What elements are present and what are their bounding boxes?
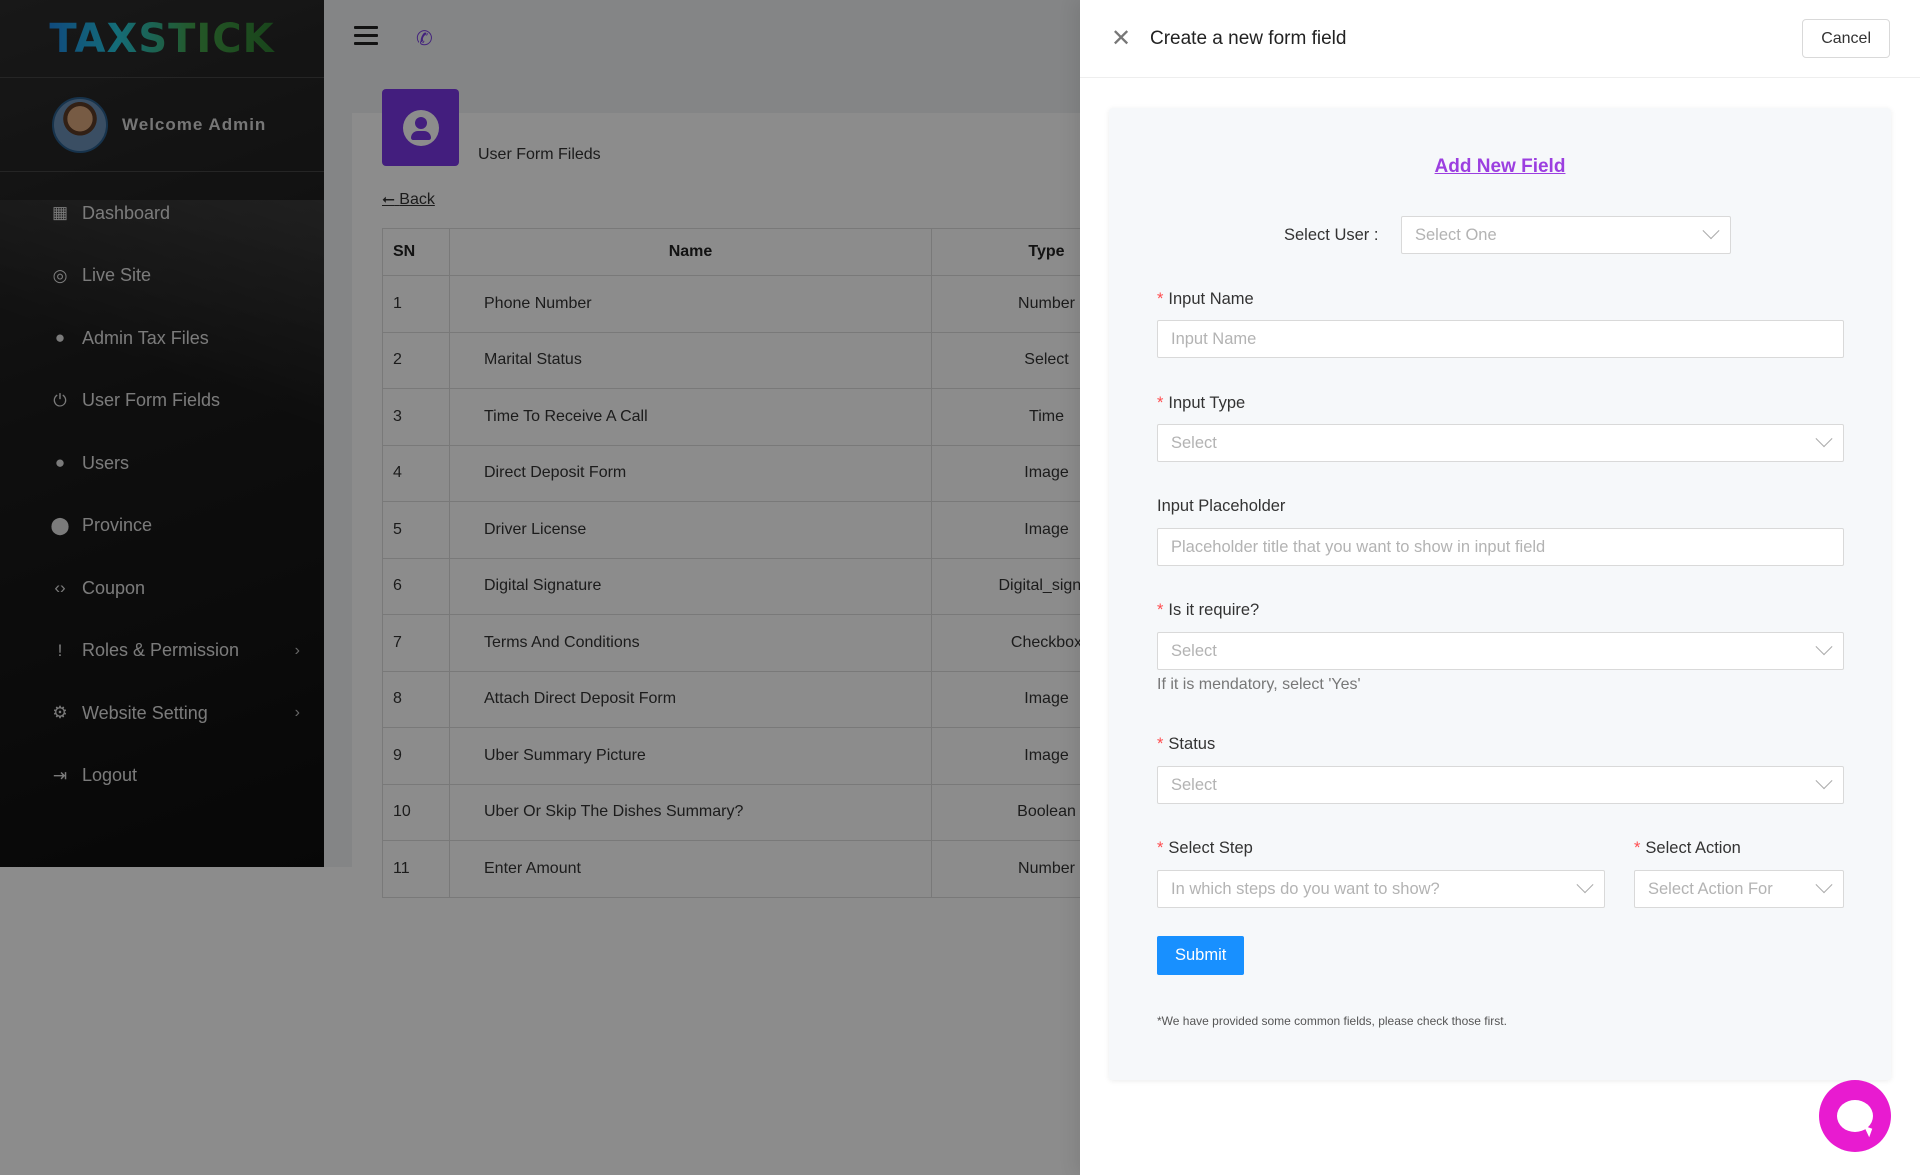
input-type-select[interactable]: Select xyxy=(1157,424,1844,462)
chevron-down-icon xyxy=(1815,638,1833,656)
chevron-down-icon xyxy=(1815,772,1833,790)
input-type-value: Select xyxy=(1171,433,1217,452)
chevron-down-icon xyxy=(1702,222,1720,240)
select-action-value: Select Action For xyxy=(1648,879,1773,898)
chevron-down-icon xyxy=(1576,876,1594,894)
common-fields-note: *We have provided some common fields, pl… xyxy=(1157,1014,1507,1028)
chat-icon xyxy=(1837,1100,1873,1132)
cancel-button[interactable]: Cancel xyxy=(1802,19,1890,58)
is-required-select[interactable]: Select xyxy=(1157,632,1844,670)
input-name-field[interactable] xyxy=(1157,320,1844,358)
is-required-hint: If it is mendatory, select 'Yes' xyxy=(1157,676,1361,693)
chevron-down-icon xyxy=(1815,430,1833,448)
select-step-dropdown[interactable]: In which steps do you want to show? xyxy=(1157,870,1605,908)
chat-widget-button[interactable] xyxy=(1819,1080,1891,1152)
input-placeholder-input[interactable] xyxy=(1171,529,1830,565)
select-action-label: * Select Action xyxy=(1634,839,1741,857)
chevron-down-icon xyxy=(1815,876,1833,894)
select-step-label: * Select Step xyxy=(1157,839,1253,857)
input-type-label: * Input Type xyxy=(1157,394,1246,412)
input-name-input[interactable] xyxy=(1171,321,1830,357)
modal-mask[interactable] xyxy=(0,0,1080,1175)
create-field-drawer: ✕ Create a new form field Cancel Add New… xyxy=(1080,0,1920,1175)
is-required-label: * Is it require? xyxy=(1157,601,1260,619)
select-action-dropdown[interactable]: Select Action For xyxy=(1634,870,1844,908)
drawer-header: ✕ Create a new form field Cancel xyxy=(1080,0,1920,78)
submit-button[interactable]: Submit xyxy=(1157,936,1245,975)
status-select[interactable]: Select xyxy=(1157,766,1844,804)
close-icon[interactable]: ✕ xyxy=(1110,26,1132,51)
select-step-value: In which steps do you want to show? xyxy=(1171,879,1440,898)
input-placeholder-field[interactable] xyxy=(1157,528,1844,566)
is-required-value: Select xyxy=(1171,641,1217,660)
form-card: Add New Field Select User : Select One *… xyxy=(1109,108,1891,1080)
form-title[interactable]: Add New Field xyxy=(1109,156,1891,178)
select-user-dropdown[interactable]: Select One xyxy=(1401,216,1731,254)
input-name-label: * Input Name xyxy=(1157,290,1254,308)
status-value: Select xyxy=(1171,775,1217,794)
drawer-title: Create a new form field xyxy=(1150,27,1347,49)
select-user-value: Select One xyxy=(1415,225,1497,244)
input-placeholder-label: Input Placeholder xyxy=(1157,497,1286,515)
select-user-label: Select User : xyxy=(1284,226,1379,244)
status-label: * Status xyxy=(1157,735,1216,753)
